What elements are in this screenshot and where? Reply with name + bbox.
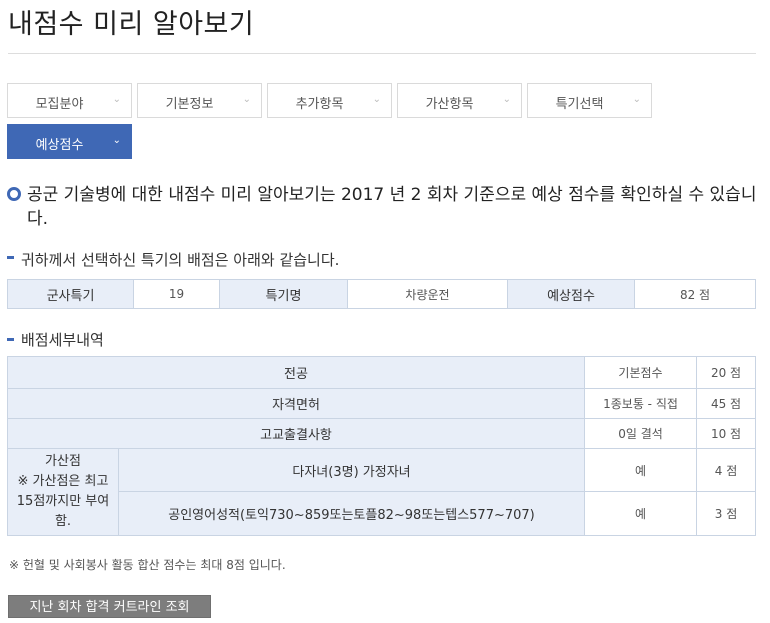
step-label: 추가항목: [295, 97, 344, 112]
info-text: 공군 기술병에 대한 내점수 미리 알아보기는 2017 년 2 회차 기준으로…: [27, 185, 757, 229]
table-header-cell: 고교출결사항: [6, 418, 586, 449]
step-specialty-select[interactable]: 특기선택 ⌄: [527, 83, 652, 118]
table-cell: 19: [133, 279, 220, 309]
step-additional-items[interactable]: 추가항목 ⌄: [267, 83, 392, 118]
step-label: 기본정보: [165, 97, 214, 112]
table-row: 공인영어성적(토익730~859또는토플82~98또는텝스577~707) 예 …: [8, 491, 757, 536]
summary-section-title: 귀하께서 선택하신 특기의 배점은 아래와 같습니다.: [21, 251, 340, 269]
table-cell: 10 점: [696, 418, 757, 449]
step-label: 예상점수: [35, 138, 84, 153]
page-title: 내점수 미리 알아보기: [8, 9, 255, 40]
table-cell: 차량운전: [347, 279, 508, 309]
chevron-down-icon: ⌄: [632, 94, 641, 105]
table-cell: 예: [584, 491, 698, 536]
step-label: 가산항목: [425, 97, 474, 112]
summary-table: 군사특기 19 특기명 차량운전 예상점수 82 점: [7, 279, 756, 309]
table-header-cell: 예상점수: [507, 279, 635, 309]
step-expected-score[interactable]: 예상점수 ⌄: [7, 124, 132, 159]
table-row: 고교출결사항 0일 결석 10 점: [6, 418, 757, 449]
table-cell: 4 점: [696, 448, 757, 492]
bonus-header-cell: 가산점 ※ 가산점은 최고 15점까지만 부여함.: [7, 448, 119, 536]
table-header-cell: 자격면허: [6, 388, 586, 419]
table-cell: 45 점: [696, 388, 757, 419]
table-row: 가산점 ※ 가산점은 최고 15점까지만 부여함. 다자녀(3명) 가정자녀 예…: [7, 448, 757, 536]
table-cell: 기본점수: [584, 356, 698, 389]
chevron-down-icon: ⌄: [242, 94, 251, 105]
section-marker-icon: [7, 256, 14, 259]
table-row: 전공 기본점수 20 점: [6, 356, 757, 389]
step-label: 모집분야: [35, 97, 84, 112]
chevron-down-icon: ⌄: [112, 94, 121, 105]
step-bonus-items[interactable]: 가산항목 ⌄: [397, 83, 522, 118]
table-row: 군사특기 19 특기명 차량운전 예상점수 82 점: [7, 279, 756, 309]
past-cutline-button[interactable]: 지난 회차 합격 커트라인 조회: [8, 595, 211, 618]
table-header-cell: 특기명: [219, 279, 348, 309]
table-header-cell: 공인영어성적(토익730~859또는토플82~98또는텝스577~707): [117, 491, 586, 536]
table-header-cell: 전공: [6, 356, 586, 389]
chevron-down-icon: ⌄: [502, 94, 511, 105]
table-cell: 82 점: [634, 279, 756, 309]
table-cell: 0일 결석: [584, 418, 698, 449]
info-bullet-icon: [7, 187, 21, 201]
chevron-down-icon: ⌄: [112, 135, 121, 146]
chevron-down-icon: ⌄: [372, 94, 381, 105]
detail-section-title: 배점세부내역: [21, 331, 104, 349]
table-cell: 20 점: [696, 356, 757, 389]
section-marker-icon: [7, 338, 14, 341]
table-row: 자격면허 1종보통 - 직접 45 점: [6, 388, 757, 419]
detail-table: 전공 기본점수 20 점 자격면허 1종보통 - 직접 45 점 고교출결사항 …: [6, 356, 757, 536]
table-cell: 3 점: [696, 491, 757, 536]
step-basic-info[interactable]: 기본정보 ⌄: [137, 83, 262, 118]
title-divider: [8, 53, 756, 54]
table-cell: 1종보통 - 직접: [584, 388, 698, 419]
table-header-cell: 군사특기: [7, 279, 134, 309]
step-recruit-field[interactable]: 모집분야 ⌄: [7, 83, 132, 118]
table-cell: 예: [584, 448, 698, 492]
step-label: 특기선택: [555, 97, 604, 112]
table-header-cell: 다자녀(3명) 가정자녀: [117, 448, 586, 492]
footnote: ※ 헌혈 및 사회봉사 활동 합산 점수는 최대 8점 입니다.: [9, 558, 286, 572]
